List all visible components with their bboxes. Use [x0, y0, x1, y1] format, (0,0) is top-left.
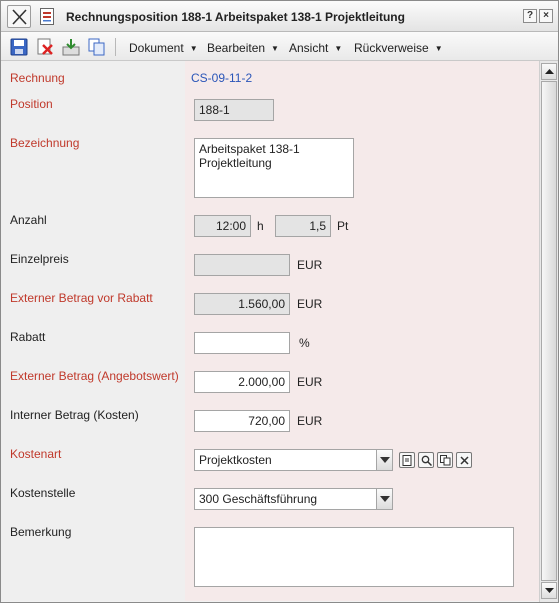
scroll-thumb[interactable]: [541, 81, 557, 581]
scroll-down-button[interactable]: [541, 582, 557, 599]
menu-dokument[interactable]: Dokument ▼: [129, 41, 198, 55]
points-unit: Pt: [337, 219, 349, 233]
extern-vor-rabatt-field[interactable]: 1.560,00: [194, 293, 290, 315]
bezeichnung-line-2: Projektleitung: [199, 156, 272, 170]
menu-rueckverweise[interactable]: Rückverweise ▼: [354, 41, 443, 55]
search-icon: [421, 455, 432, 466]
menu-ansicht[interactable]: Ansicht ▼: [289, 41, 342, 55]
kostenart-clear-button[interactable]: [456, 452, 472, 468]
label-kostenart: Kostenart: [10, 447, 62, 461]
dropdown-arrow[interactable]: [376, 489, 392, 509]
hours-unit: h: [257, 219, 264, 233]
arrow-down-icon: [545, 588, 554, 593]
dropdown-arrow[interactable]: [376, 450, 392, 470]
anzahl-points-field[interactable]: 1,5: [275, 215, 331, 237]
label-bemerkung: Bemerkung: [10, 525, 72, 539]
einzelpreis-unit: EUR: [297, 258, 323, 272]
extern-angebot-field[interactable]: 2.000,00: [194, 371, 290, 393]
close-window-button[interactable]: [7, 5, 31, 28]
scroll-up-button[interactable]: [541, 63, 557, 80]
label-anzahl: Anzahl: [10, 213, 47, 227]
copy-icon[interactable]: [88, 38, 106, 56]
bemerkung-textarea[interactable]: [194, 527, 514, 587]
einzelpreis-field[interactable]: [194, 254, 290, 276]
menu-bearbeiten[interactable]: Bearbeiten ▼: [207, 41, 279, 55]
toolbar-separator: [115, 38, 116, 56]
caret-down-icon: ▼: [434, 44, 443, 53]
vertical-scrollbar[interactable]: [539, 61, 558, 602]
menu-label: Bearbeiten: [207, 41, 266, 55]
rabatt-unit: %: [299, 336, 310, 350]
menu-label: Rückverweise: [354, 41, 429, 55]
kostenart-value: Projektkosten: [199, 453, 272, 467]
label-bezeichnung: Bezeichnung: [10, 136, 80, 150]
label-extern-angebot: Externer Betrag (Angebotswert): [10, 369, 179, 383]
rechnung-link[interactable]: CS-09-11-2: [191, 71, 252, 85]
label-position: Position: [10, 97, 53, 111]
label-intern-kosten: Interner Betrag (Kosten): [10, 408, 139, 422]
intern-kosten-field[interactable]: 720,00: [194, 410, 290, 432]
menu-label: Ansicht: [289, 41, 329, 55]
label-kostenstelle: Kostenstelle: [10, 486, 76, 500]
caret-down-icon: ▼: [271, 44, 279, 53]
kostenstelle-select[interactable]: 300 Geschäftsführung: [194, 488, 393, 510]
kostenart-copy-button[interactable]: [437, 452, 453, 468]
window-title: Rechnungsposition 188-1 Arbeitspaket 138…: [66, 10, 405, 24]
help-button[interactable]: ?: [523, 9, 537, 23]
menu-label: Dokument: [129, 41, 184, 55]
chevron-down-icon: [380, 457, 390, 463]
dialog-window: Rechnungsposition 188-1 Arbeitspaket 138…: [0, 0, 559, 603]
delete-icon[interactable]: [36, 38, 54, 56]
title-bar: Rechnungsposition 188-1 Arbeitspaket 138…: [1, 1, 558, 32]
label-extern-vor-rabatt: Externer Betrag vor Rabatt: [10, 291, 153, 305]
kostenart-new-button[interactable]: [399, 452, 415, 468]
anzahl-hours-field[interactable]: 12:00: [194, 215, 251, 237]
kostenart-select[interactable]: Projektkosten: [194, 449, 393, 471]
bezeichnung-textarea[interactable]: Arbeitspaket 138-1 Projektleitung: [194, 138, 354, 198]
extern-angebot-unit: EUR: [297, 375, 323, 389]
new-document-icon: [402, 455, 412, 466]
intern-kosten-unit: EUR: [297, 414, 323, 428]
extern-vor-rabatt-unit: EUR: [297, 297, 323, 311]
export-icon[interactable]: [62, 38, 80, 56]
caret-down-icon: ▼: [334, 44, 343, 53]
close-button[interactable]: ×: [539, 9, 553, 23]
label-rabatt: Rabatt: [10, 330, 46, 344]
arrow-up-icon: [545, 69, 554, 74]
kostenstelle-value: 300 Geschäftsführung: [199, 492, 318, 506]
kostenart-search-button[interactable]: [418, 452, 434, 468]
copy-icon: [440, 455, 451, 466]
label-rechnung: Rechnung: [10, 71, 65, 85]
caret-down-icon: ▼: [189, 44, 198, 53]
close-icon: [12, 9, 27, 25]
close-icon: [460, 456, 469, 465]
save-icon[interactable]: [10, 38, 28, 56]
rabatt-field[interactable]: [194, 332, 290, 354]
label-einzelpreis: Einzelpreis: [10, 252, 69, 266]
chevron-down-icon: [380, 496, 390, 502]
bezeichnung-line-1: Arbeitspaket 138-1: [199, 142, 300, 156]
document-icon: [40, 8, 54, 25]
form-area: Rechnung CS-09-11-2 Position 188-1 Bezei…: [1, 61, 539, 601]
toolbar: Dokument ▼ Bearbeiten ▼ Ansicht ▼ Rückverwe…: [1, 32, 558, 61]
position-field[interactable]: 188-1: [194, 99, 274, 121]
